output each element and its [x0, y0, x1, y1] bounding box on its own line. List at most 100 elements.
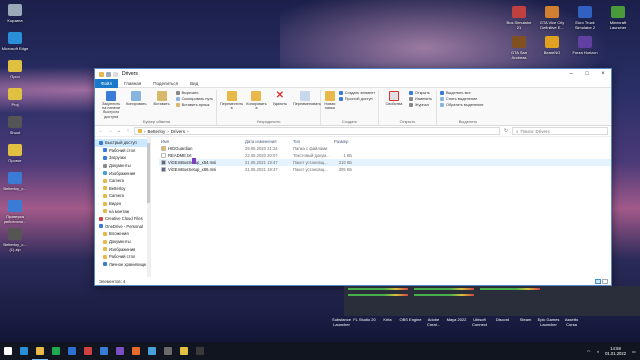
properties-icon[interactable]: [106, 71, 111, 77]
minimize-button[interactable]: –: [563, 69, 579, 79]
new-item-button[interactable]: Создать элемент: [338, 91, 375, 95]
tab-file[interactable]: Файл: [95, 78, 119, 88]
file-row[interactable]: ViGEmBusSetup_x64.msi21.05.2021 19:47 Пак…: [159, 159, 611, 166]
history-button[interactable]: Журнал: [409, 103, 432, 107]
volume-icon[interactable]: ◖: [597, 349, 600, 354]
taskbar-app-button[interactable]: [64, 342, 80, 360]
up-arrow-icon[interactable]: ↑: [125, 128, 131, 134]
desktop-shortcut-label[interactable]: Ubisoft Connect: [468, 317, 491, 327]
taskbar-app-button[interactable]: [48, 342, 64, 360]
file-row[interactable]: ViGEmBusSetup_x86.msi 21.05.2021 19:47 Пак…: [159, 166, 611, 173]
nav-item[interactable]: на монтаж: [95, 207, 150, 215]
desktop-shortcut-label[interactable]: Substance Launcher: [330, 317, 353, 327]
tab-view[interactable]: Вид: [184, 79, 204, 88]
forward-arrow-icon[interactable]: →: [107, 128, 113, 134]
clock[interactable]: 14:58 01.01.2022: [605, 346, 626, 356]
taskbar-app-button[interactable]: [16, 342, 32, 360]
select-none-button[interactable]: Снять выделение: [440, 97, 484, 101]
nav-item[interactable]: Видео: [95, 200, 150, 208]
file-row[interactable]: README.txt 22.05.2020 20:07 Текстовый доку…: [159, 152, 611, 159]
desktop-icon[interactable]: Proj: [0, 88, 30, 107]
desktop-shortcut-label[interactable]: Maya 2022: [445, 317, 468, 327]
nav-item[interactable]: Личное хранилище: [95, 261, 150, 269]
file-row[interactable]: HIDGuardian 29.05.2020 21:24 Папка с файла…: [159, 145, 611, 152]
quick-access-toolbar-icon[interactable]: [113, 71, 118, 77]
nav-item[interactable]: Документы: [95, 238, 150, 246]
open-button[interactable]: Открыть: [409, 91, 432, 95]
large-icons-view-button[interactable]: [602, 278, 608, 284]
desktop-shortcut-label[interactable]: Steam: [514, 317, 537, 327]
nav-item[interactable]: Загрузки: [95, 154, 150, 162]
desktop-icon[interactable]: Shoot: [0, 116, 30, 135]
desktop-icon[interactable]: Проч: [0, 60, 30, 79]
taskbar-app-button[interactable]: [80, 342, 96, 360]
desktop-icon[interactable]: Microsoft Edge: [0, 32, 30, 51]
details-view-button[interactable]: [595, 278, 601, 284]
column-type[interactable]: Тип: [293, 139, 334, 144]
desktop-icon[interactable]: Betterloy_c...: [0, 172, 30, 191]
paste-shortcut-button[interactable]: Вставить ярлык: [175, 103, 213, 107]
nav-item[interactable]: Документы: [95, 162, 150, 170]
back-arrow-icon[interactable]: ←: [98, 128, 104, 134]
desktop-icon[interactable]: GTA Vice City Definitive E...: [537, 6, 567, 30]
nav-item[interactable]: Изображения: [95, 169, 150, 177]
invert-selection-button[interactable]: Обратить выделение: [440, 103, 484, 107]
desktop-icon[interactable]: BeamNG: [537, 36, 567, 55]
desktop-shortcut-label[interactable]: Discord: [491, 317, 514, 327]
recent-chevron-icon[interactable]: ⌄: [116, 128, 122, 134]
easy-access-button[interactable]: Простой доступ: [338, 97, 375, 101]
desktop-icon[interactable]: Bus Simulator 21: [504, 6, 534, 30]
nav-item[interactable]: Betterloy: [95, 185, 150, 193]
maximize-button[interactable]: □: [579, 69, 595, 79]
close-button[interactable]: ×: [595, 69, 611, 79]
taskbar-app-button[interactable]: [176, 342, 192, 360]
desktop-icon[interactable]: Корзина: [0, 4, 30, 23]
edit-button[interactable]: Изменить: [409, 97, 432, 101]
taskbar-app-button[interactable]: [144, 342, 160, 360]
wifi-icon[interactable]: ◠: [587, 349, 591, 354]
select-all-button[interactable]: Выделить все: [440, 91, 484, 95]
refresh-icon[interactable]: ↻: [503, 128, 509, 134]
column-name[interactable]: Имя: [159, 139, 245, 144]
nav-scrollbar-thumb[interactable]: [147, 143, 150, 203]
taskbar-app-button[interactable]: [112, 342, 128, 360]
nav-item[interactable]: Рабочий стол: [95, 147, 150, 155]
window-titlebar[interactable]: Drivers – □ ×: [95, 69, 611, 79]
desktop-icon[interactable]: GTA San Andreas: [504, 36, 534, 60]
nav-item[interactable]: Вложения: [95, 230, 150, 238]
desktop-icon[interactable]: Проверка работоспо...: [0, 200, 30, 224]
nav-item[interactable]: Быстрый доступ: [95, 139, 150, 147]
desktop-shortcut-label[interactable]: Krita: [376, 317, 399, 327]
breadcrumb-betterloy[interactable]: Betterloy: [148, 129, 166, 134]
desktop-icon[interactable]: Minecraft Launcher: [603, 6, 633, 30]
taskbar-app-button[interactable]: [128, 342, 144, 360]
column-date[interactable]: Дата изменения: [245, 139, 293, 144]
taskbar-app-button[interactable]: [160, 342, 176, 360]
column-size[interactable]: Размер: [334, 139, 374, 144]
cut-button[interactable]: Вырезать: [175, 91, 213, 95]
taskbar-app-button[interactable]: [96, 342, 112, 360]
desktop-icon[interactable]: Betterloy_c... (1).zip: [0, 228, 30, 252]
address-bar[interactable]: › Betterloy › Drivers ›: [134, 127, 500, 135]
tab-home[interactable]: Главная: [118, 79, 147, 88]
search-input[interactable]: ⌕ Поиск: Drivers: [512, 127, 608, 135]
desktop-icon[interactable]: Forza Horizon: [570, 36, 600, 55]
taskbar-app-button[interactable]: [32, 342, 48, 360]
desktop-shortcut-label[interactable]: Assetto Corsa: [560, 317, 583, 327]
nav-item[interactable]: Рабочий стол: [95, 253, 150, 261]
nav-scrollbar[interactable]: [147, 137, 150, 277]
start-button[interactable]: [0, 342, 16, 360]
desktop-icon[interactable]: Euro Truck Simulator 2: [570, 6, 600, 30]
notifications-icon[interactable]: ▭: [632, 349, 636, 354]
nav-item[interactable]: Camera: [95, 177, 150, 185]
copy-path-button[interactable]: Скопировать путь: [175, 97, 213, 101]
nav-item[interactable]: Изображения: [95, 245, 150, 253]
tab-share[interactable]: Поделиться: [147, 79, 184, 88]
nav-item[interactable]: Camera: [95, 192, 150, 200]
desktop-shortcut-label[interactable]: FL Studio 20: [353, 317, 376, 327]
taskbar-app-button[interactable]: [192, 342, 208, 360]
desktop-shortcut-label[interactable]: OBS Engine: [399, 317, 422, 327]
desktop-icon[interactable]: Проект: [0, 144, 30, 163]
desktop-shortcut-label[interactable]: Epic Games Launcher: [537, 317, 560, 327]
desktop-shortcut-label[interactable]: Adobe Creat...: [422, 317, 445, 327]
